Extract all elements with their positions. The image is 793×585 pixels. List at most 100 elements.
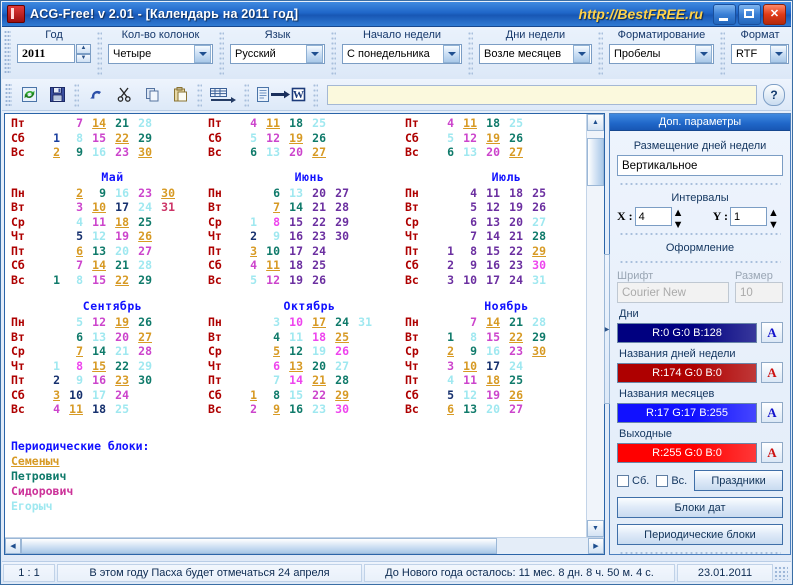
- calendar-day[interactable]: 1: [37, 273, 60, 288]
- calendar-day[interactable]: 27: [500, 145, 523, 160]
- interval-y-input[interactable]: 1: [730, 207, 767, 226]
- calendar-day[interactable]: 23: [500, 344, 523, 359]
- calendar-vertical-scrollbar[interactable]: ▲ ▼: [586, 114, 604, 537]
- calendar-day[interactable]: 13: [477, 215, 500, 230]
- calendar-day[interactable]: 11: [280, 330, 303, 345]
- interval-x-up[interactable]: ▲: [673, 207, 688, 219]
- calendar-day[interactable]: 7: [60, 258, 83, 273]
- calendar-day[interactable]: 11: [477, 186, 500, 201]
- scroll-down-button[interactable]: ▼: [587, 520, 604, 537]
- calendar-day[interactable]: 1: [37, 131, 60, 146]
- calendar-day[interactable]: 8: [60, 359, 83, 374]
- calendar-day[interactable]: 6: [234, 145, 257, 160]
- calendar-day[interactable]: 30: [523, 258, 546, 273]
- calendar-day[interactable]: 8: [454, 244, 477, 259]
- calendar-day[interactable]: 18: [477, 116, 500, 131]
- color-swatch[interactable]: R:255 G:0 B:0: [617, 442, 757, 463]
- color-swatch[interactable]: R:17 G:17 B:255: [617, 402, 757, 423]
- calendar-day[interactable]: 1: [431, 330, 454, 345]
- calendar-day[interactable]: 24: [303, 244, 326, 259]
- year-input[interactable]: 2011: [17, 44, 75, 63]
- calendar-day[interactable]: 13: [280, 186, 303, 201]
- calendar-day[interactable]: 12: [454, 131, 477, 146]
- calendar-day[interactable]: 9: [257, 229, 280, 244]
- calendar-day[interactable]: 16: [106, 186, 129, 201]
- calendar-day[interactable]: 25: [326, 330, 349, 345]
- calendar-day[interactable]: 23: [106, 373, 129, 388]
- calendar-day[interactable]: 7: [60, 116, 83, 131]
- calendar-day[interactable]: 5: [431, 131, 454, 146]
- calendar-day[interactable]: 25: [303, 258, 326, 273]
- calendar-day[interactable]: 24: [106, 388, 129, 403]
- calendar-day[interactable]: 10: [454, 273, 477, 288]
- formatting-combo[interactable]: Пробелы: [609, 44, 714, 64]
- calendar-day[interactable]: 14: [83, 116, 106, 131]
- calendar-day[interactable]: 19: [500, 200, 523, 215]
- calendar-day[interactable]: 26: [129, 315, 152, 330]
- calendar-day[interactable]: 29: [326, 388, 349, 403]
- calendar-day[interactable]: 15: [280, 215, 303, 230]
- calendar-day[interactable]: 14: [83, 344, 106, 359]
- calendar-day[interactable]: 6: [431, 402, 454, 417]
- placement-combo[interactable]: Вертикальное: [617, 155, 783, 176]
- calendar-day[interactable]: 21: [500, 229, 523, 244]
- calendar-day[interactable]: 19: [106, 229, 129, 244]
- color-swatch[interactable]: R:0 G:0 B:128: [617, 322, 757, 343]
- resize-grip[interactable]: [774, 565, 788, 580]
- help-button[interactable]: ?: [763, 83, 785, 106]
- options-grip[interactable]: [4, 30, 11, 74]
- format-combo[interactable]: RTF: [731, 44, 789, 64]
- calendar-day[interactable]: 3: [257, 315, 280, 330]
- calendar-day[interactable]: 27: [326, 186, 349, 201]
- calendar-day[interactable]: 1: [431, 244, 454, 259]
- calendar-day[interactable]: 2: [37, 145, 60, 160]
- calendar-day[interactable]: 1: [234, 388, 257, 403]
- periodic-block-item[interactable]: Петрович: [11, 469, 587, 484]
- calendar-day[interactable]: 2: [234, 229, 257, 244]
- calendar-day[interactable]: 9: [454, 258, 477, 273]
- calendar-day[interactable]: 12: [83, 315, 106, 330]
- calendar-day[interactable]: 19: [106, 315, 129, 330]
- calendar-day[interactable]: 3: [60, 200, 83, 215]
- calendar-day[interactable]: 17: [280, 244, 303, 259]
- hscroll-track[interactable]: [21, 538, 588, 554]
- calendar-day[interactable]: 16: [83, 373, 106, 388]
- font-combo[interactable]: Courier New: [617, 282, 729, 303]
- calendar-day[interactable]: 9: [454, 344, 477, 359]
- calendar-day[interactable]: 30: [152, 186, 175, 201]
- calendar-day[interactable]: 21: [106, 116, 129, 131]
- table-export-button[interactable]: [206, 82, 240, 108]
- minimize-button[interactable]: [713, 3, 736, 25]
- calendar-day[interactable]: 9: [60, 145, 83, 160]
- calendar-day[interactable]: 20: [106, 244, 129, 259]
- calendar-day[interactable]: 23: [303, 402, 326, 417]
- calendar-day[interactable]: 22: [106, 359, 129, 374]
- calendar-day[interactable]: 9: [257, 402, 280, 417]
- calendar-day[interactable]: 23: [129, 186, 152, 201]
- calendar-day[interactable]: 8: [454, 330, 477, 345]
- calendar-day[interactable]: 25: [106, 402, 129, 417]
- calendar-day[interactable]: 14: [477, 315, 500, 330]
- calendar-day[interactable]: 15: [477, 244, 500, 259]
- saturday-checkbox[interactable]: [617, 474, 629, 487]
- calendar-day[interactable]: 19: [280, 273, 303, 288]
- font-color-picker-button[interactable]: A: [761, 442, 783, 463]
- calendar-day[interactable]: 13: [257, 145, 280, 160]
- calendar-day[interactable]: 13: [454, 145, 477, 160]
- holidays-button[interactable]: Праздники: [694, 470, 783, 491]
- year-spinner[interactable]: ▲ ▼: [76, 44, 91, 63]
- calendar-day[interactable]: 3: [431, 273, 454, 288]
- calendar-day[interactable]: 26: [500, 131, 523, 146]
- calendar-day[interactable]: 31: [523, 273, 546, 288]
- calendar-day[interactable]: 4: [257, 330, 280, 345]
- scroll-up-button[interactable]: ▲: [587, 114, 604, 131]
- calendar-day[interactable]: 6: [257, 186, 280, 201]
- toolbar-grip[interactable]: [5, 82, 12, 107]
- calendar-day[interactable]: 20: [106, 330, 129, 345]
- calendar-day[interactable]: 9: [60, 373, 83, 388]
- calendar-day[interactable]: 30: [129, 373, 152, 388]
- calendar-day[interactable]: 9: [83, 186, 106, 201]
- calendar-day[interactable]: 5: [454, 200, 477, 215]
- font-size-combo[interactable]: 10: [735, 282, 783, 303]
- calendar-day[interactable]: 7: [257, 373, 280, 388]
